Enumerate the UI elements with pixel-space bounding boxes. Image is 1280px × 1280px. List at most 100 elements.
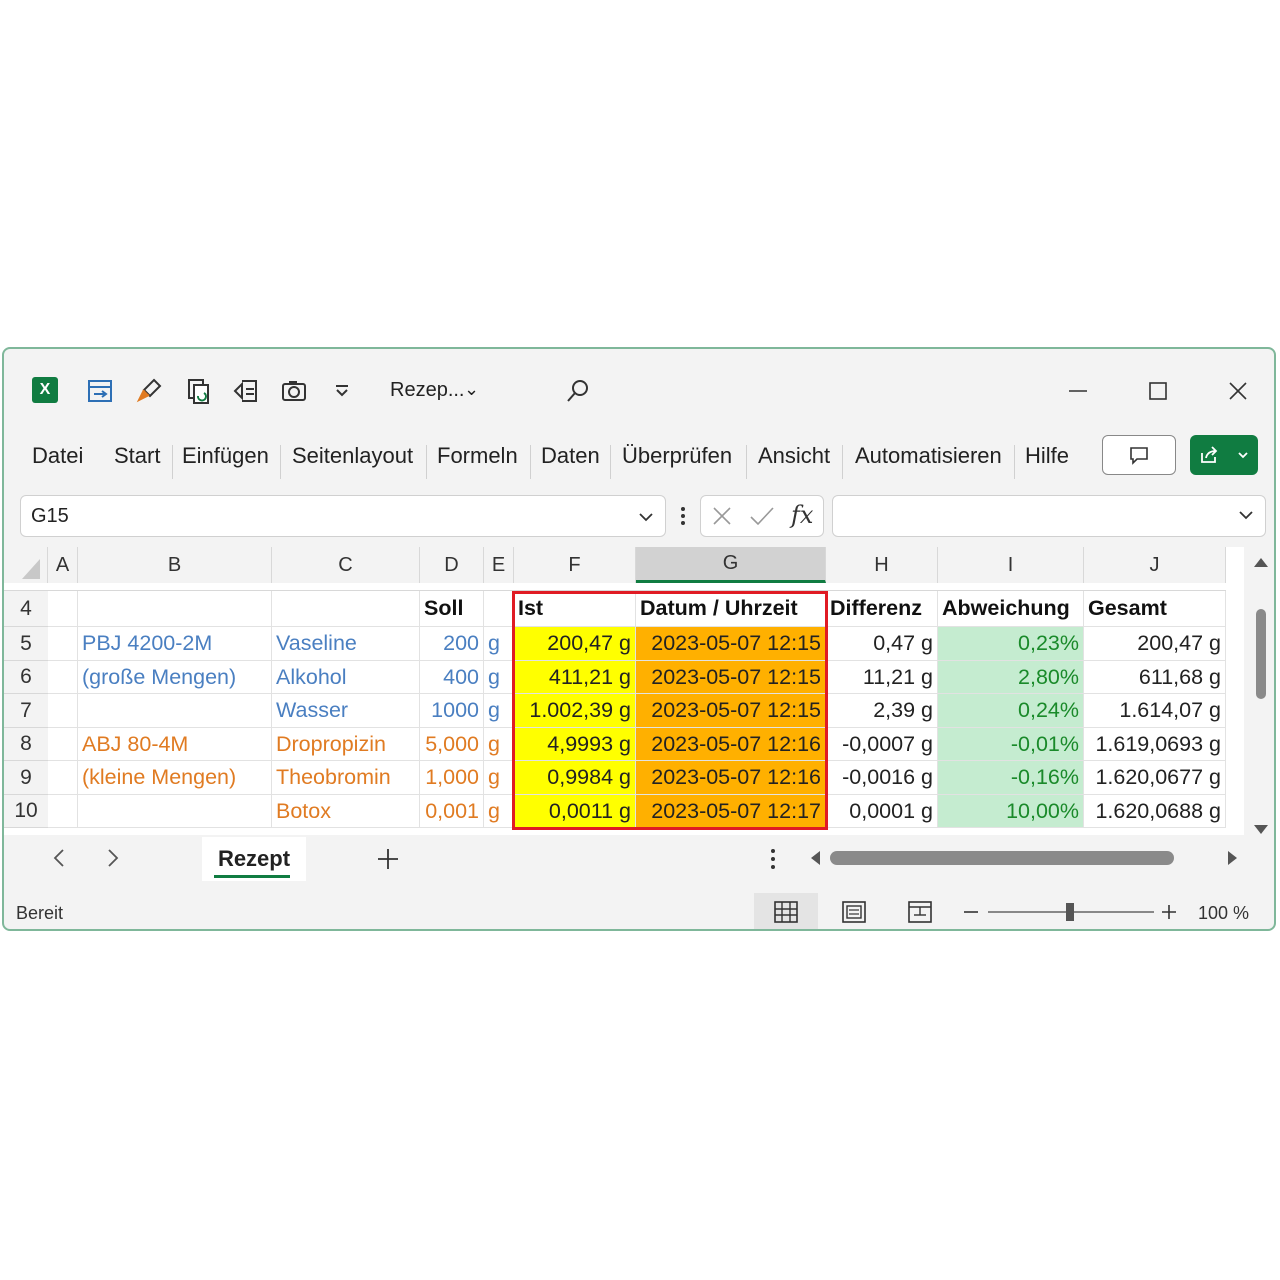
column-header-h[interactable]: H bbox=[826, 547, 938, 583]
cell-e10[interactable]: g bbox=[484, 795, 514, 828]
cell-j4[interactable]: Gesamt bbox=[1084, 591, 1226, 627]
scroll-down-icon[interactable] bbox=[1252, 823, 1270, 837]
cell-h7[interactable]: 2,39 g bbox=[826, 694, 938, 728]
cell-i9[interactable]: -0,16% bbox=[938, 761, 1084, 795]
cell-c5[interactable]: Vaseline bbox=[272, 627, 420, 661]
row-header[interactable]: 5 bbox=[4, 627, 48, 661]
copy-icon[interactable] bbox=[182, 375, 214, 407]
cell-a5[interactable] bbox=[48, 627, 78, 661]
cell-c9[interactable]: Theobromin bbox=[272, 761, 420, 795]
column-header-b[interactable]: B bbox=[78, 547, 272, 583]
row-header[interactable]: 8 bbox=[4, 728, 48, 761]
scroll-up-icon[interactable] bbox=[1252, 555, 1270, 569]
row-header[interactable]: 6 bbox=[4, 661, 48, 694]
row-header[interactable]: 4 bbox=[4, 591, 48, 627]
format-painter-icon[interactable] bbox=[134, 375, 166, 407]
close-button[interactable] bbox=[1218, 373, 1258, 409]
cell-e4[interactable] bbox=[484, 591, 514, 627]
more-options-icon[interactable] bbox=[768, 847, 778, 871]
cell-e7[interactable]: g bbox=[484, 694, 514, 728]
cell-i5[interactable]: 0,23% bbox=[938, 627, 1084, 661]
tab-formeln[interactable]: Formeln bbox=[437, 443, 518, 469]
tab-ueberpruefen[interactable]: Überprüfen bbox=[622, 443, 732, 469]
cell-b10[interactable] bbox=[78, 795, 272, 828]
cell-b4[interactable] bbox=[78, 591, 272, 627]
zoom-in-icon[interactable] bbox=[1160, 903, 1178, 921]
customize-icon[interactable] bbox=[326, 375, 358, 407]
cell-d10[interactable]: 0,001 bbox=[420, 795, 484, 828]
cell-h9[interactable]: -0,0016 g bbox=[826, 761, 938, 795]
zoom-slider-thumb[interactable] bbox=[1066, 903, 1074, 921]
zoom-out-icon[interactable] bbox=[962, 903, 980, 921]
select-all-corner[interactable] bbox=[4, 547, 48, 583]
cell-e8[interactable]: g bbox=[484, 728, 514, 761]
vertical-scrollbar[interactable] bbox=[1244, 547, 1274, 837]
row-header[interactable]: 7 bbox=[4, 694, 48, 728]
cell-d7[interactable]: 1000 bbox=[420, 694, 484, 728]
cell-c7[interactable]: Wasser bbox=[272, 694, 420, 728]
cell-b6[interactable]: (große Mengen) bbox=[78, 661, 272, 694]
more-options-icon[interactable] bbox=[678, 505, 688, 527]
cell-f10[interactable]: 0,0011 g bbox=[514, 795, 636, 828]
tab-hilfe[interactable]: Hilfe bbox=[1025, 443, 1069, 469]
column-header-g[interactable]: G bbox=[636, 547, 826, 583]
page-layout-view-icon[interactable] bbox=[842, 901, 866, 923]
cell-j7[interactable]: 1.614,07 g bbox=[1084, 694, 1226, 728]
cell-d9[interactable]: 1,000 bbox=[420, 761, 484, 795]
cell-d5[interactable]: 200 bbox=[420, 627, 484, 661]
cell-j9[interactable]: 1.620,0677 g bbox=[1084, 761, 1226, 795]
insert-function-icon[interactable]: fx bbox=[791, 501, 813, 529]
cell-e6[interactable]: g bbox=[484, 661, 514, 694]
chevron-down-icon[interactable]: ⌄ bbox=[464, 379, 479, 400]
cell-i6[interactable]: 2,80% bbox=[938, 661, 1084, 694]
cell-j8[interactable]: 1.619,0693 g bbox=[1084, 728, 1226, 761]
cell-h8[interactable]: -0,0007 g bbox=[826, 728, 938, 761]
cell-i4[interactable]: Abweichung bbox=[938, 591, 1084, 627]
cell-g9[interactable]: 2023-05-07 12:16 bbox=[636, 761, 826, 795]
cell-j10[interactable]: 1.620,0688 g bbox=[1084, 795, 1226, 828]
row-header[interactable]: 9 bbox=[4, 761, 48, 795]
cell-d8[interactable]: 5,000 bbox=[420, 728, 484, 761]
tab-ansicht[interactable]: Ansicht bbox=[758, 443, 830, 469]
cell-a10[interactable] bbox=[48, 795, 78, 828]
column-header-e[interactable]: E bbox=[484, 547, 514, 583]
tab-daten[interactable]: Daten bbox=[541, 443, 600, 469]
enter-icon[interactable] bbox=[749, 505, 775, 527]
normal-view-button[interactable] bbox=[754, 893, 818, 929]
autosave-icon[interactable] bbox=[84, 375, 116, 407]
cell-i10[interactable]: 10,00% bbox=[938, 795, 1084, 828]
column-header-f[interactable]: F bbox=[514, 547, 636, 583]
scroll-right-icon[interactable] bbox=[1226, 849, 1240, 867]
column-header-d[interactable]: D bbox=[420, 547, 484, 583]
cell-e5[interactable]: g bbox=[484, 627, 514, 661]
cell-e9[interactable]: g bbox=[484, 761, 514, 795]
cell-f9[interactable]: 0,9984 g bbox=[514, 761, 636, 795]
cell-a7[interactable] bbox=[48, 694, 78, 728]
next-sheet-icon[interactable] bbox=[104, 847, 122, 869]
comments-button[interactable] bbox=[1102, 435, 1176, 475]
cell-d4[interactable]: Soll bbox=[420, 591, 484, 627]
cell-j6[interactable]: 611,68 g bbox=[1084, 661, 1226, 694]
cell-f8[interactable]: 4,9993 g bbox=[514, 728, 636, 761]
share-button[interactable] bbox=[1190, 435, 1258, 475]
horizontal-scroll-thumb[interactable] bbox=[830, 851, 1174, 865]
tab-einfuegen[interactable]: Einfügen bbox=[182, 443, 269, 469]
row-header[interactable]: 10 bbox=[4, 795, 48, 828]
column-header-c[interactable]: C bbox=[272, 547, 420, 583]
cell-g7[interactable]: 2023-05-07 12:15 bbox=[636, 694, 826, 728]
cell-a9[interactable] bbox=[48, 761, 78, 795]
formula-input[interactable] bbox=[832, 495, 1266, 537]
cell-b7[interactable] bbox=[78, 694, 272, 728]
page-break-view-icon[interactable] bbox=[908, 901, 932, 923]
cell-h5[interactable]: 0,47 g bbox=[826, 627, 938, 661]
expand-formula-bar-icon[interactable] bbox=[1237, 506, 1255, 524]
cell-a4[interactable] bbox=[48, 591, 78, 627]
maximize-button[interactable] bbox=[1138, 373, 1178, 409]
cell-c6[interactable]: Alkohol bbox=[272, 661, 420, 694]
previous-sheet-icon[interactable] bbox=[50, 847, 68, 869]
camera-icon[interactable] bbox=[278, 375, 310, 407]
tab-start[interactable]: Start bbox=[114, 443, 160, 469]
cell-g4[interactable]: Datum / Uhrzeit bbox=[636, 591, 826, 627]
cell-i7[interactable]: 0,24% bbox=[938, 694, 1084, 728]
cell-a6[interactable] bbox=[48, 661, 78, 694]
